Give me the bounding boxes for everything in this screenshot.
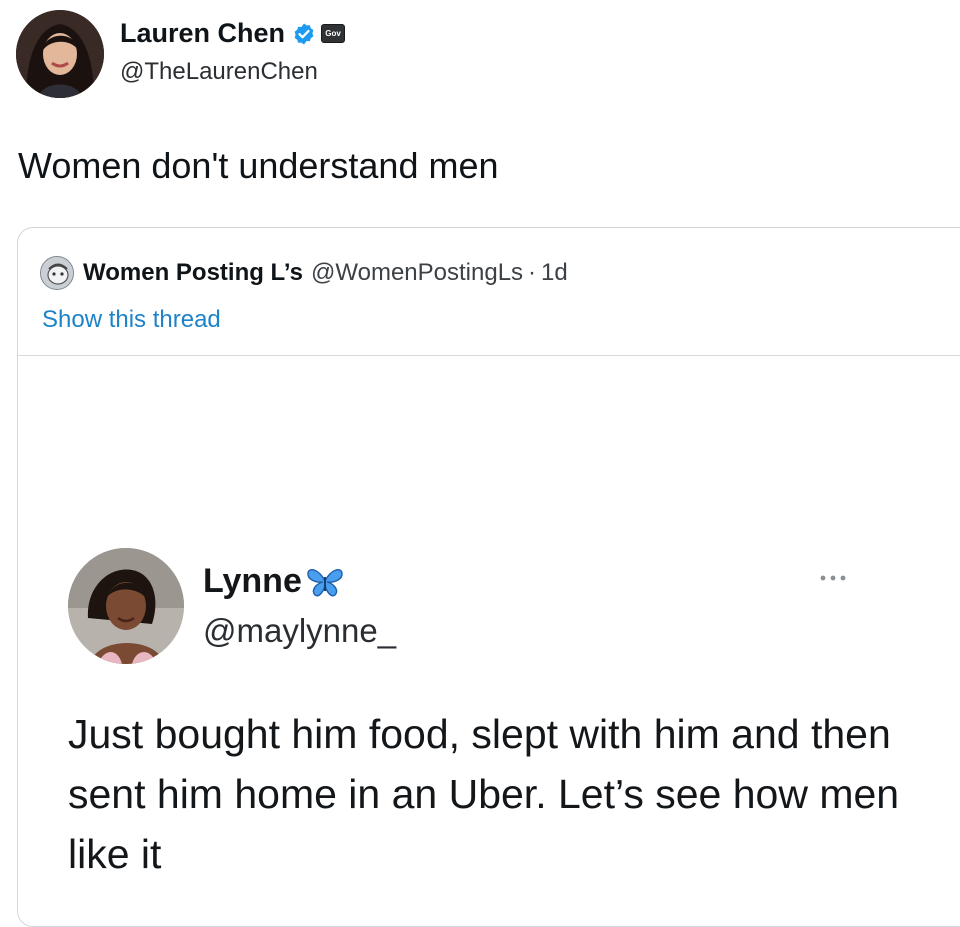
quote-author-name[interactable]: Women Posting L’s [83,259,303,287]
verified-badge-icon [294,23,314,44]
embedded-author-name[interactable]: Lynne [203,562,345,601]
embedded-author-avatar[interactable] [68,548,184,664]
author-name-text: Lauren Chen [120,18,286,48]
embedded-author-handle[interactable]: @maylynne_ [203,612,396,650]
author-name[interactable]: Lauren Chen Gov [120,18,346,49]
author-avatar[interactable] [16,10,104,98]
affiliation-badge-icon: Gov [321,24,346,43]
quote-separator: · [528,259,537,286]
butterfly-icon [307,568,343,596]
quote-author-avatar[interactable] [40,256,74,290]
more-dots-icon[interactable] [814,568,852,588]
author-handle[interactable]: @TheLaurenChen [120,58,318,86]
quote-timestamp[interactable]: 1d [541,259,568,287]
embedded-tweet-text: Just bought him food, slept with him and… [68,711,900,877]
quote-tweet-header: Women Posting L’s @WomenPostingLs · 1d [40,256,568,290]
embedded-author-name-text: Lynne [203,562,302,600]
quote-author-handle[interactable]: @WomenPostingLs [311,259,523,287]
quote-divider [17,355,960,356]
show-thread-link[interactable]: Show this thread [42,306,221,334]
tweet-text: Women don't understand men [18,145,499,186]
